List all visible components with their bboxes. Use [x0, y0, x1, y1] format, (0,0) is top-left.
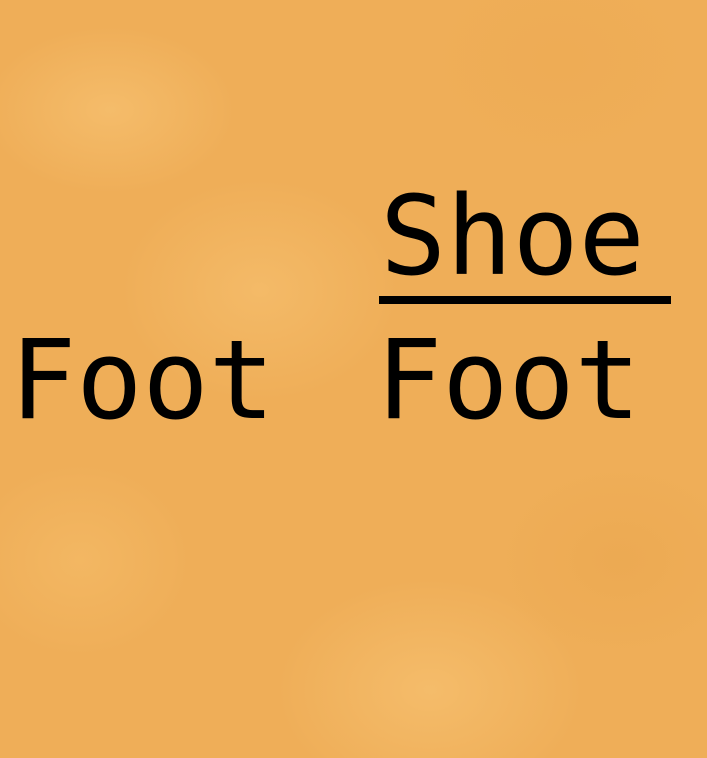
fraction-bar	[379, 296, 671, 304]
fraction-denominator: Foot	[376, 316, 641, 444]
left-word-foot: Foot	[10, 316, 275, 444]
fraction-numerator: Shoe	[380, 172, 645, 300]
